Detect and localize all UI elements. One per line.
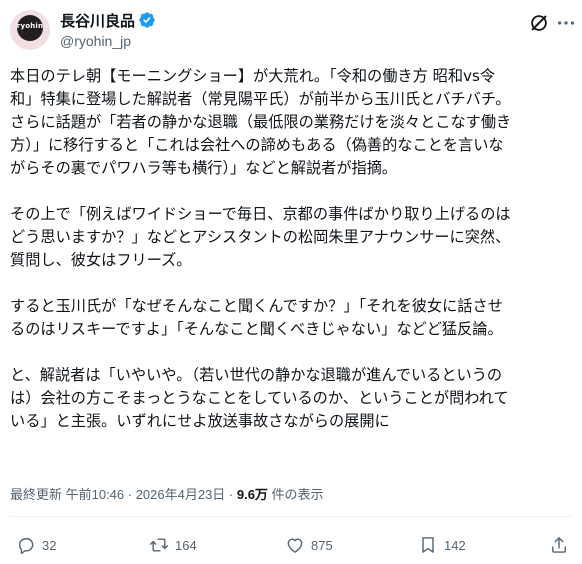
reply-button[interactable]: 32 <box>16 534 56 556</box>
grok-icon[interactable] <box>528 12 550 34</box>
tweet-paragraph: すると玉川氏が「なぜそんなこと聞くんですか？」「それを彼女に話させ るのはリスキ… <box>10 297 503 338</box>
reply-count: 32 <box>42 537 57 553</box>
bookmark-count: 142 <box>444 537 466 553</box>
like-count: 875 <box>311 537 333 553</box>
view-count-label: 件の表示 <box>267 487 324 502</box>
repost-count: 164 <box>175 537 197 553</box>
repost-icon <box>149 538 169 552</box>
bookmark-icon <box>422 537 434 553</box>
user-handle[interactable]: @ryohin_jp <box>60 33 131 49</box>
bookmark-button[interactable]: 142 <box>418 534 466 556</box>
divider <box>10 516 572 517</box>
action-bar: 32 164 875 142 <box>0 530 582 560</box>
timestamp[interactable]: 最終更新 午前10:46 · 2026年4月23日 · <box>10 487 237 502</box>
tweet-meta: 最終更新 午前10:46 · 2026年4月23日 · 9.6万 件の表示 <box>10 484 324 503</box>
tweet-paragraph: 本日のテレ朝【モーニングショー】が大荒れ。「令和の働き方 昭和vs令 和」特集に… <box>10 67 512 177</box>
share-button[interactable] <box>549 534 569 556</box>
tweet-header: ryohin 長谷川良品 @ryohin_jp <box>0 0 582 64</box>
tweet-paragraph: と、解説者は「いやいや。（若い世代の静かな退職が進んでいるというの は）会社の方… <box>10 366 509 430</box>
more-icon[interactable] <box>555 12 577 34</box>
display-name[interactable]: 長谷川良品 <box>60 10 135 31</box>
avatar[interactable]: ryohin <box>10 10 50 50</box>
tweet-paragraph: その上で「例えばワイドショーで毎日、京都の事件ばかり取り上げるのは どう思います… <box>10 205 511 269</box>
avatar-logo-text: ryohin <box>16 22 44 30</box>
like-icon <box>287 538 303 553</box>
tweet-text: 本日のテレ朝【モーニングショー】が大荒れ。「令和の働き方 昭和vs令 和」特集に… <box>10 65 576 456</box>
like-button[interactable]: 875 <box>285 534 333 556</box>
view-count[interactable]: 9.6万 <box>237 487 268 502</box>
reply-icon <box>19 538 34 555</box>
share-icon <box>552 537 566 553</box>
verified-badge-icon <box>139 12 155 28</box>
repost-button[interactable]: 164 <box>149 534 197 556</box>
